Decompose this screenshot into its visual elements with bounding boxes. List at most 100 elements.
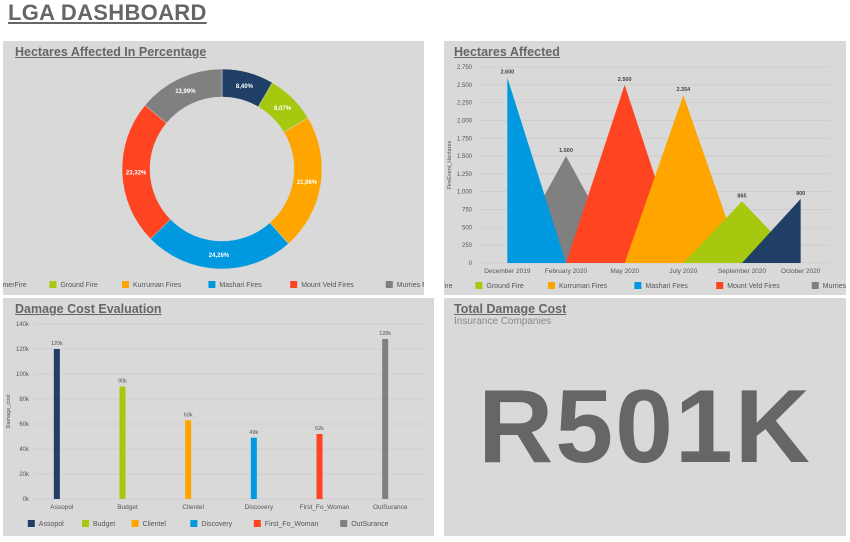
- legend-label-murries-fires: Murries Fires: [823, 283, 846, 290]
- xtick-assopol: Assopol: [50, 504, 74, 511]
- legend-swatch-mashari-fires: [208, 281, 216, 288]
- legend-label-mashari-fires: Mashari Fires: [645, 283, 688, 290]
- donut-chart: 8,40% 8,07% 21,96% 24,26% 23,32% 13,99% Cape S…: [3, 68, 424, 289]
- ytick-0: 0k: [23, 497, 30, 503]
- data-label-mount-veld-fires: 2.500: [618, 77, 632, 83]
- legend-label-mount-veld-fires: Mount Veld Fires: [301, 282, 354, 289]
- xtick-first-fo-woman: First_Fo_Woman: [300, 504, 350, 511]
- bar-outsurance: [382, 339, 389, 499]
- legend-label-ground-fire: Ground Fire: [486, 283, 523, 290]
- slice-label-murries-fires: 13,99%: [175, 89, 196, 95]
- legend-label-cape-summerfire: Cape SummerFire: [444, 283, 453, 290]
- ytick-500: 500: [462, 225, 473, 231]
- legend-swatch-ground-fire: [49, 281, 57, 288]
- ytick-2750: 2.750: [457, 65, 473, 71]
- xtick-3: July 2020: [669, 268, 697, 275]
- legend-label-kurruman-fires: Kurruman Fires: [559, 283, 608, 290]
- bar-first-fo-woman: [316, 434, 323, 499]
- xtick-clientel: Clientel: [182, 504, 204, 511]
- data-label-murries-fires: 1.500: [559, 148, 573, 154]
- xtick-budget: Budget: [117, 504, 138, 511]
- legend-label-mashari-fires: Mashari Fires: [219, 282, 262, 289]
- ytick-60000: 60k: [19, 422, 30, 428]
- bar-label-discovery: 49k: [249, 430, 258, 436]
- legend-swatch-clientel: [131, 520, 139, 527]
- legend-label-cape-summerfire: Cape SummerFire: [3, 282, 27, 289]
- ytick-2000: 2.000: [457, 118, 473, 124]
- ytick-100000: 100k: [16, 372, 30, 378]
- xtick-5: October 2020: [781, 268, 821, 275]
- xtick-1: February 2020: [545, 268, 588, 275]
- ytick-80000: 80k: [19, 397, 30, 403]
- legend-swatch-ground-fire: [475, 282, 483, 289]
- total-panel: Total Damage Cost Insurance Companies R5…: [444, 298, 846, 536]
- legend-label-budget: Budget: [93, 521, 115, 528]
- total-subtitle: Insurance Companies: [454, 316, 552, 327]
- slice-label-cape-summerfire: 8,40%: [236, 84, 254, 90]
- legend-swatch-first-fo-woman: [253, 520, 261, 527]
- bar-discovery: [250, 437, 257, 499]
- legend-label-mount-veld-fires: Mount Veld Fires: [727, 283, 780, 290]
- legend-label-discovery: Discovery: [201, 521, 232, 528]
- legend-label-ground-fire: Ground Fire: [60, 282, 97, 289]
- ytick-1750: 1.750: [457, 136, 473, 142]
- bars-panel: Damage Cost Evaluation 0k 20k 40k 60k 80k 100…: [3, 298, 434, 536]
- area-chart: 0 250 500 750 1.000 1.250 1.500 1.750 2.000 2.250…: [444, 65, 846, 290]
- legend-swatch-discovery: [190, 520, 198, 527]
- ytick-140000: 140k: [16, 322, 30, 328]
- legend-swatch-budget: [82, 520, 89, 527]
- legend-swatch-kurruman-fires: [122, 281, 129, 288]
- xtick-discovery: Discovery: [245, 504, 274, 511]
- slice-label-ground-fire: 8,07%: [274, 106, 292, 112]
- ytick-750: 750: [462, 208, 473, 214]
- legend-swatch-murries-fires: [385, 281, 393, 288]
- bar-label-assopol: 120k: [51, 341, 63, 347]
- donut-panel: Hectares Affected In Percentage 8,40% 8,0…: [3, 41, 424, 295]
- y-axis-label: FireEvent_Hectares: [447, 140, 453, 189]
- legend-swatch-outsurance: [340, 520, 348, 527]
- legend-swatch-kurruman-fires: [548, 282, 555, 289]
- bar-label-first-fo-woman: 52k: [315, 426, 324, 432]
- slice-label-mount-veld-fires: 23,32%: [126, 171, 147, 177]
- slice-murries-fires: [144, 68, 223, 124]
- bar-clientel: [185, 420, 192, 499]
- data-label-ground-fire: 865: [737, 193, 746, 199]
- legend-label-murries-fires: Murries Fires: [397, 282, 424, 289]
- xtick-0: December 2019: [484, 268, 531, 275]
- dashboard-title: LGA DASHBOARD: [8, 0, 207, 25]
- xtick-4: September 2020: [718, 268, 766, 275]
- ytick-2500: 2.500: [457, 83, 473, 89]
- legend-swatch-mashari-fires: [634, 282, 642, 289]
- slice-label-mashari-fires: 24,26%: [209, 253, 230, 259]
- ytick-1500: 1.500: [457, 154, 473, 160]
- legend-label-first-fo-woman: First_Fo_Woman: [265, 521, 319, 528]
- area-panel: Hectares Affected 0 250 500 750 1.000 1.250 1.…: [444, 41, 846, 295]
- ytick-20000: 20k: [19, 472, 30, 478]
- legend-label-assopol: Assopol: [39, 521, 64, 528]
- legend-swatch-assopol: [27, 520, 35, 527]
- ytick-40000: 40k: [19, 447, 30, 453]
- legend-label-kurruman-fires: Kurruman Fires: [133, 282, 182, 289]
- legend-label-clientel: Clientel: [143, 521, 167, 528]
- data-label-kurruman-fires: 2.354: [676, 87, 691, 93]
- data-label-cape-summerfire: 900: [796, 191, 805, 197]
- xtick-2: May 2020: [610, 268, 639, 275]
- bar-label-outsurance: 128k: [379, 331, 391, 337]
- total-value: R501K: [478, 369, 812, 485]
- bar-budget: [119, 386, 126, 499]
- bar-label-budget: 90k: [118, 379, 127, 385]
- total-title: Total Damage Cost: [454, 302, 567, 316]
- xtick-outsurance: OutSurance: [373, 504, 408, 511]
- ytick-2250: 2.250: [457, 101, 473, 107]
- slice-mashari-fires: [150, 218, 289, 270]
- slice-label-kurruman-fires: 21,96%: [297, 180, 318, 186]
- ytick-1250: 1.250: [457, 172, 473, 178]
- bar-chart: 0k 20k 40k 60k 80k 100k 120k 140k Damage_cost 120…: [6, 322, 427, 528]
- legend-label-outsurance: OutSurance: [351, 521, 388, 528]
- bar-label-clientel: 63k: [184, 412, 193, 418]
- ytick-0: 0: [469, 261, 473, 267]
- ytick-1000: 1.000: [457, 190, 473, 196]
- legend-swatch-mount-veld-fires: [290, 281, 298, 288]
- y-axis-label: Damage_cost: [6, 394, 12, 428]
- data-label-mashari-fires: 2.600: [500, 70, 514, 76]
